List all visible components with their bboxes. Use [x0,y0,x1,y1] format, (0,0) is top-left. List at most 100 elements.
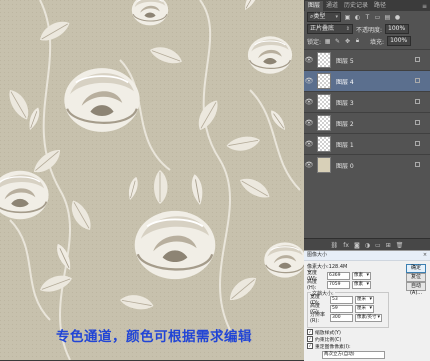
doc-width-input[interactable]: 53 [330,295,353,304]
dialog-title: 图像大小 [307,252,328,258]
auto-button[interactable]: 自动(A)... [406,282,426,296]
adjustment-icon[interactable]: ◑ [365,242,370,249]
ok-button[interactable]: 确定 [406,264,426,273]
doc-width-unit[interactable]: 厘米 [355,295,374,304]
checkbox-icon: ✓ [307,336,313,342]
lock-transparent-icon[interactable]: ▦ [324,38,331,45]
close-icon[interactable]: × [420,251,430,260]
panel-menu-icon[interactable]: ≡ [422,2,430,11]
folder-icon[interactable]: ▭ [375,242,381,249]
lock-label: 锁定: [307,38,322,46]
link-icon[interactable]: ⛓ [331,242,339,249]
visibility-eye-icon[interactable]: 👁︎ [304,56,314,64]
layer-thumbnail [317,94,331,110]
resample-method-select[interactable]: 两次立方(自动) [322,351,385,359]
layer-row[interactable]: 👁︎ 图层 0 [304,154,430,175]
chevron-down-icon: ▾ [335,14,338,20]
tab-channels[interactable]: 通道 [323,1,341,11]
document-canvas[interactable]: 专色通道，颜色可根据需求编辑 [0,0,304,360]
layer-thumbnail [317,157,331,173]
layer-name: 图层 2 [336,120,354,128]
layer-row[interactable]: 👁︎ 图层 3 [304,91,430,112]
visibility-eye-icon[interactable]: 👁︎ [304,77,314,85]
constrain-label: 约束比例(C) [315,337,342,343]
layer-filter-dropdown[interactable]: ⌕ 类型 ▾ [307,12,341,22]
spot-channel-caption: 专色通道，颜色可根据需求编辑 [56,329,252,345]
resolution-row: 分辨率(R): 300 像素/英寸 [310,312,382,324]
mask-icon[interactable]: ◙ [354,242,360,249]
constrain-proportions-checkbox[interactable]: ✓ 约束比例(C) [307,336,342,343]
opacity-input[interactable]: 100% [385,24,410,34]
layer-thumbnail [317,115,331,131]
layer-lock-icon [415,141,420,146]
layers-panel: 图层 通道 历史记录 路径 ≡ ⌕ 类型 ▾ ▣ ◐ T ▭ ▤ ● 正片叠底 … [304,0,430,251]
visibility-eye-icon[interactable]: 👁︎ [304,140,314,148]
checkbox-icon: ✓ [307,329,313,335]
trash-icon[interactable]: 🗑︎ [396,242,404,249]
scale-styles-label: 缩放样式(Y) [315,330,341,336]
reset-button[interactable]: 复位 [406,273,426,282]
lock-position-icon[interactable]: ✥ [344,38,351,45]
layer-lock-icon [415,120,420,125]
image-size-dialog: 图像大小 × 像素大小:128.4M 宽度(W): 6369 像素 高度(H):… [304,250,430,361]
checkbox-icon: ✓ [307,343,313,349]
layer-name: 图层 5 [336,57,354,65]
dialog-body: 像素大小:128.4M 宽度(W): 6369 像素 高度(H): 7059 像… [304,261,430,359]
fill-input[interactable]: 100% [387,36,412,46]
lock-all-icon[interactable]: 🔒︎ [354,37,361,45]
new-layer-icon[interactable]: ⊞ [386,242,391,249]
pixel-width-unit[interactable]: 像素 [352,271,371,280]
fx-icon[interactable]: fx [343,242,349,249]
layer-lock-icon [415,78,420,83]
layer-row[interactable]: 👁︎ 图层 4 [304,70,430,91]
pixel-height-row: 高度(H): 7059 像素 [307,279,371,291]
resolution-input[interactable]: 300 [330,313,353,322]
blend-mode-dropdown[interactable]: 正片叠底 ⇕ [307,24,353,34]
pixel-filter-icon[interactable]: ▣ [344,14,351,21]
doc-height-input[interactable]: 59 [330,304,353,313]
layer-lock-icon [415,99,420,104]
layer-name: 图层 3 [336,99,354,107]
layer-name: 图层 0 [336,162,354,170]
pixel-height-input[interactable]: 7059 [327,280,350,289]
resample-checkbox[interactable]: ✓ 重定图像像素(I): [307,343,351,350]
type-filter-icon[interactable]: T [364,14,371,21]
lock-image-icon[interactable]: ✎ [334,38,341,45]
tab-paths[interactable]: 路径 [371,1,389,11]
layer-name: 图层 1 [336,141,354,149]
pixel-height-unit[interactable]: 像素 [352,280,371,289]
layer-lock-icon [415,57,420,62]
chevron-down-icon: ⇕ [345,26,350,32]
scale-styles-checkbox[interactable]: ✓ 缩放样式(Y) [307,329,341,336]
layer-row[interactable]: 👁︎ 图层 5 [304,49,430,70]
floral-pattern-artwork [0,0,304,360]
visibility-eye-icon[interactable]: 👁︎ [304,119,314,127]
opacity-label: 不透明度: [356,26,383,34]
layer-lock-icon [415,162,420,167]
filter-label: 类型 [313,13,326,20]
lock-row: 锁定: ▦ ✎ ✥ 🔒︎ 填充: 100% [304,35,430,47]
visibility-eye-icon[interactable]: 👁︎ [304,98,314,106]
resample-label: 重定图像像素(I): [315,344,351,350]
panel-tab-bar: 图层 通道 历史记录 路径 ≡ [304,0,430,11]
layer-row[interactable]: 👁︎ 图层 2 [304,112,430,133]
dialog-titlebar: 图像大小 × [304,251,430,261]
visibility-eye-icon[interactable]: 👁︎ [304,161,314,169]
pixel-width-input[interactable]: 6369 [327,271,350,280]
layer-name: 图层 4 [336,78,354,86]
shape-filter-icon[interactable]: ▭ [374,14,381,21]
layer-row[interactable]: 👁︎ 图层 1 [304,133,430,154]
tab-history[interactable]: 历史记录 [341,1,371,11]
filter-toggle-icon[interactable]: ● [394,14,401,21]
layer-filter-row: ⌕ 类型 ▾ ▣ ◐ T ▭ ▤ ● [304,11,430,23]
layer-thumbnail [317,73,331,89]
smart-object-filter-icon[interactable]: ▤ [384,14,391,21]
blend-row: 正片叠底 ⇕ 不透明度: 100% [304,23,430,35]
layer-list: 👁︎ 图层 5 👁︎ 图层 4 👁︎ 图层 3 👁︎ 图层 2 👁︎ 图层 1 👁︎ 图层 0 [304,49,430,175]
adjustment-filter-icon[interactable]: ◐ [354,14,361,21]
doc-height-unit[interactable]: 厘米 [355,304,374,313]
layer-thumbnail [317,136,331,152]
resolution-unit[interactable]: 像素/英寸 [355,313,382,322]
tab-layers[interactable]: 图层 [305,1,324,11]
resolution-label: 分辨率(R): [310,312,326,324]
